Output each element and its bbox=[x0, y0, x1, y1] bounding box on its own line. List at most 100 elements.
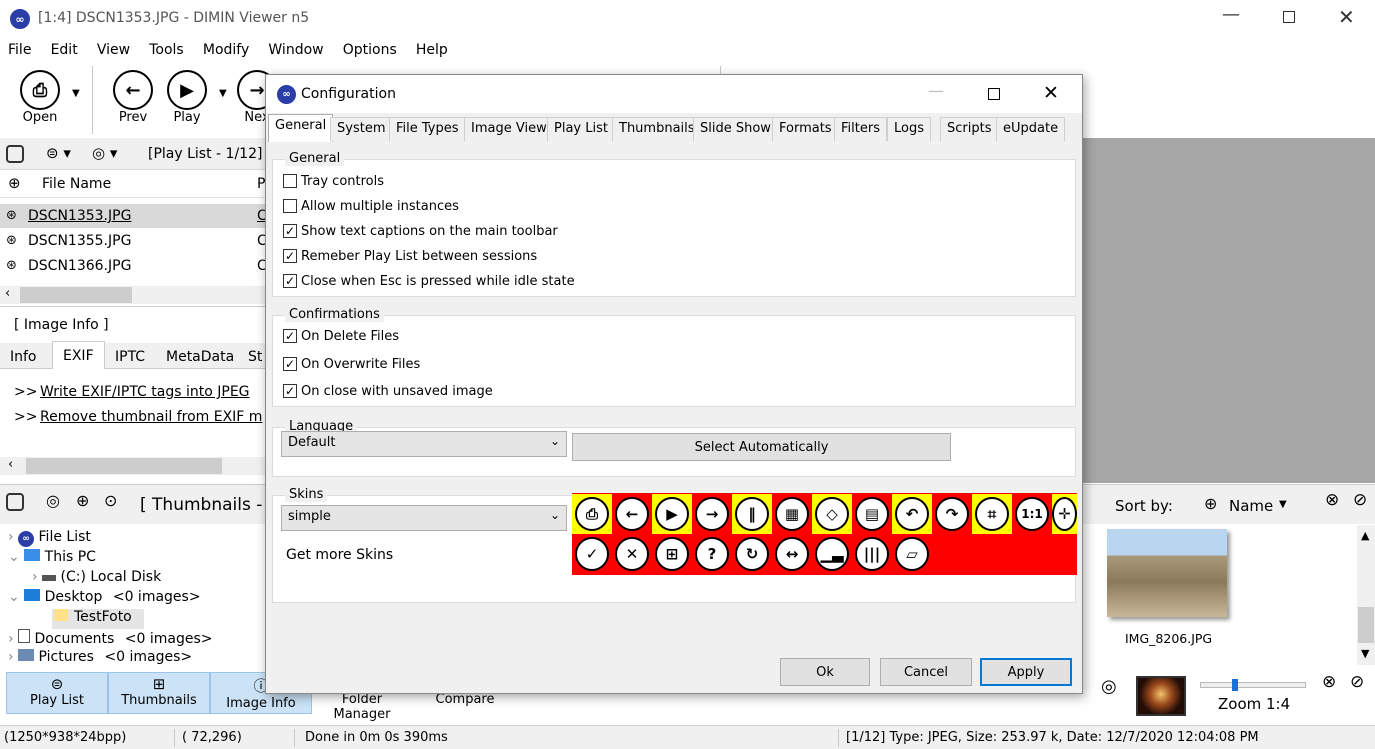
multiple-instances-option[interactable]: Allow multiple instances bbox=[283, 198, 459, 214]
minimize-icon[interactable]: — bbox=[1222, 4, 1240, 25]
write-exif-link[interactable]: Write EXIF/IPTC tags into JPEG bbox=[40, 384, 265, 400]
menu-options[interactable]: Options bbox=[343, 42, 397, 58]
tab-play-list[interactable]: Play List bbox=[547, 117, 615, 141]
v-scrollbar[interactable]: ▲ ▼ bbox=[1357, 525, 1375, 665]
minimize-icon[interactable]: — bbox=[928, 81, 944, 100]
menu-tools[interactable]: Tools bbox=[149, 42, 184, 58]
mail-icon[interactable] bbox=[6, 145, 24, 163]
scroll-thumb[interactable] bbox=[20, 287, 132, 303]
menu-view[interactable]: View bbox=[97, 42, 130, 58]
scroll-thumb[interactable] bbox=[1358, 607, 1374, 643]
tree-item[interactable]: TestFoto bbox=[52, 609, 144, 629]
on-overwrite-option[interactable]: On Overwrite Files bbox=[283, 356, 420, 372]
h-scrollbar[interactable]: ‹ bbox=[0, 286, 266, 304]
tray-controls-checkbox[interactable] bbox=[283, 173, 297, 188]
tree-item[interactable]: › (C:) Local Disk bbox=[32, 569, 161, 585]
tree-item[interactable]: ⌄ This PC bbox=[8, 549, 96, 565]
tab-filters[interactable]: Filters bbox=[834, 117, 887, 141]
tab-slide-show[interactable]: Slide Show bbox=[693, 117, 778, 141]
tab-st[interactable]: St bbox=[248, 349, 262, 365]
remember-playlist-checkbox[interactable] bbox=[283, 248, 297, 263]
tree-item[interactable]: ⌄ Desktop <0 images> bbox=[8, 589, 201, 605]
open-dropdown-icon[interactable]: ▼ bbox=[72, 88, 80, 99]
cancel-button[interactable]: Cancel bbox=[880, 658, 972, 686]
tab-exif[interactable]: EXIF bbox=[52, 341, 105, 369]
menu-edit[interactable]: Edit bbox=[51, 42, 78, 58]
menu-window[interactable]: Window bbox=[268, 42, 323, 58]
on-overwrite-checkbox[interactable] bbox=[283, 356, 297, 371]
tab-system[interactable]: System bbox=[330, 117, 393, 141]
h-scrollbar[interactable]: ‹ bbox=[0, 457, 266, 475]
play-dropdown-icon[interactable]: ▼ bbox=[219, 88, 227, 99]
tree-item[interactable]: › ∞ File List bbox=[8, 529, 91, 547]
tab-formats[interactable]: Formats bbox=[772, 117, 839, 141]
playlist-button[interactable]: ⊜ Play List bbox=[6, 672, 108, 714]
get-more-skins-link[interactable]: Get more Skins bbox=[286, 547, 393, 563]
scroll-down-icon[interactable]: ▼ bbox=[1361, 647, 1369, 660]
tab-scripts[interactable]: Scripts bbox=[940, 117, 999, 141]
close-icon[interactable]: ✕ bbox=[1043, 82, 1059, 104]
column-file-name[interactable]: File Name bbox=[42, 176, 111, 192]
on-close-unsaved-option[interactable]: On close with unsaved image bbox=[283, 383, 493, 399]
tab-image-view[interactable]: Image View bbox=[464, 117, 554, 141]
menu-help[interactable]: Help bbox=[416, 42, 448, 58]
list-item[interactable]: ⊛ DSCN1355.JPG C bbox=[0, 229, 267, 253]
tab-logs[interactable]: Logs bbox=[887, 117, 931, 141]
multiple-instances-checkbox[interactable] bbox=[283, 198, 297, 213]
maximize-icon[interactable] bbox=[1283, 11, 1295, 23]
thumbnail-image[interactable] bbox=[1107, 529, 1227, 617]
sort-up-icon[interactable]: ⊕ bbox=[8, 174, 21, 192]
tree-item[interactable]: › Documents <0 images> bbox=[8, 629, 213, 647]
language-select[interactable]: Default ⌄ bbox=[281, 431, 567, 457]
close-panel-icon[interactable]: ⊗ bbox=[1322, 672, 1336, 692]
target-icon[interactable]: ◎ ▾ bbox=[92, 144, 117, 162]
remember-playlist-option[interactable]: Remeber Play List between sessions bbox=[283, 248, 537, 264]
close-panel-icon[interactable]: ⊗ bbox=[1325, 490, 1339, 510]
play-button[interactable]: ▶ Play bbox=[167, 70, 207, 125]
scroll-left-icon[interactable]: ‹ bbox=[5, 286, 10, 301]
list-item[interactable]: ⊛ DSCN1366.JPG C bbox=[0, 254, 267, 278]
prev-button[interactable]: ← Prev bbox=[113, 70, 153, 125]
detach-icon[interactable]: ⊘ bbox=[1350, 672, 1364, 692]
filter-icon[interactable]: ◎ bbox=[46, 491, 60, 510]
list-item[interactable]: ⊛ DSCN1353.JPG C bbox=[0, 204, 267, 228]
list-icon[interactable]: ⊜ ▾ bbox=[46, 144, 71, 162]
scroll-up-icon[interactable]: ▲ bbox=[1361, 529, 1369, 542]
zoom-slider-thumb[interactable] bbox=[1232, 679, 1239, 691]
menu-file[interactable]: File bbox=[8, 42, 31, 58]
on-delete-option[interactable]: On Delete Files bbox=[283, 328, 399, 344]
thumbnail-caption[interactable]: IMG_8206.JPG bbox=[1125, 631, 1212, 646]
on-close-unsaved-checkbox[interactable] bbox=[283, 383, 297, 398]
tab-info[interactable]: Info bbox=[10, 349, 37, 365]
mail-icon[interactable] bbox=[6, 493, 24, 511]
tab-general[interactable]: General bbox=[268, 114, 334, 142]
tab-metadata[interactable]: MetaData bbox=[166, 349, 234, 365]
tab-iptc[interactable]: IPTC bbox=[115, 349, 145, 365]
text-captions-option[interactable]: Show text captions on the main toolbar bbox=[283, 223, 558, 239]
zoom-slider[interactable] bbox=[1200, 679, 1306, 691]
apply-button[interactable]: Apply bbox=[980, 658, 1072, 686]
pin-icon[interactable]: ⊕ bbox=[76, 491, 89, 510]
tab-thumbnails[interactable]: Thumbnails bbox=[612, 117, 702, 141]
tray-controls-option[interactable]: Tray controls bbox=[283, 173, 384, 189]
image-view-area[interactable] bbox=[1083, 138, 1375, 483]
lifebuoy-icon[interactable]: ◎ bbox=[1101, 676, 1117, 697]
text-captions-checkbox[interactable] bbox=[283, 223, 297, 238]
remove-thumbnail-link[interactable]: Remove thumbnail from EXIF m bbox=[40, 409, 265, 425]
tab-file-types[interactable]: File Types bbox=[389, 117, 466, 141]
preview-thumbnail[interactable] bbox=[1136, 676, 1186, 716]
ok-button[interactable]: Ok bbox=[780, 658, 870, 686]
thumbnails-button[interactable]: ⊞ Thumbnails bbox=[108, 672, 210, 714]
close-esc-option[interactable]: Close when Esc is pressed while idle sta… bbox=[283, 273, 575, 289]
close-esc-checkbox[interactable] bbox=[283, 273, 297, 288]
open-button[interactable]: ⎙ Open bbox=[20, 70, 60, 125]
skin-select[interactable]: simple ⌄ bbox=[281, 505, 567, 531]
maximize-icon[interactable] bbox=[988, 88, 1000, 100]
download-icon[interactable]: ⊙ bbox=[104, 491, 117, 510]
tree-item[interactable]: › Pictures <0 images> bbox=[8, 649, 192, 665]
scroll-thumb[interactable] bbox=[26, 458, 222, 474]
tab-eupdate[interactable]: eUpdate bbox=[996, 117, 1066, 141]
sort-dropdown-icon[interactable]: ▼ bbox=[1279, 499, 1287, 510]
select-automatically-button[interactable]: Select Automatically bbox=[572, 433, 951, 461]
menu-modify[interactable]: Modify bbox=[203, 42, 249, 58]
